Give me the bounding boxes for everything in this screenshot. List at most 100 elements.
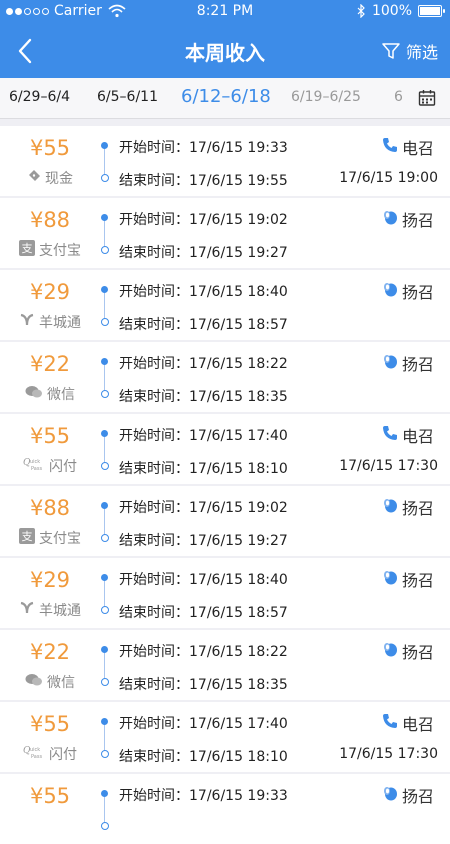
end-label: 结束时间：	[119, 533, 189, 549]
start-time: 开始时间：17/6/15 18:40	[119, 281, 288, 301]
payment-label: 支付宝	[39, 531, 81, 547]
start-label: 开始时间：	[119, 500, 189, 516]
order-row[interactable]: ¥29 羊城通 开始时间：17/6/15 18:40 结束时间：17/6/15 …	[0, 270, 450, 340]
hand-icon	[382, 785, 398, 805]
order-amount: ¥88	[29, 496, 71, 520]
svg-text:支: 支	[22, 242, 33, 255]
timeline-icon	[101, 718, 109, 758]
end-label: 结束时间：	[119, 677, 189, 693]
payment-method: 支 支付宝	[0, 528, 100, 548]
timeline-icon	[101, 358, 109, 398]
end-label: 结束时间：	[119, 461, 189, 477]
order-type: 扬召	[382, 351, 434, 375]
svg-text:Pass: Pass	[31, 466, 42, 472]
bluetooth-icon	[357, 4, 365, 18]
quickpass-icon: Quick Pass	[23, 744, 45, 764]
booking-time: 17/6/15 17:30	[339, 458, 438, 474]
order-row[interactable]: ¥22 微信 开始时间：17/6/15 18:22 结束时间：17/6/15 1…	[0, 342, 450, 412]
phone-icon	[382, 137, 398, 157]
end-value: 17/6/15 19:55	[189, 173, 288, 189]
timeline-icon	[101, 430, 109, 470]
timeline-icon	[101, 502, 109, 542]
order-amount: ¥55	[29, 712, 71, 736]
order-row[interactable]: ¥88 支 支付宝 开始时间：17/6/15 19:02 结束时间：17/6/1…	[0, 486, 450, 556]
start-label: 开始时间：	[119, 788, 189, 804]
week-tab[interactable]: 6	[394, 89, 403, 105]
order-type-label: 扬召	[401, 787, 434, 806]
week-tab[interactable]: 6/19–6/25	[291, 89, 361, 105]
end-label: 结束时间：	[119, 605, 189, 621]
week-tab-active[interactable]: 6/12–6/18	[181, 86, 271, 107]
end-time: 结束时间：17/6/15 18:57	[119, 602, 288, 622]
timeline-icon	[101, 214, 109, 254]
order-row[interactable]: ¥22 微信 开始时间：17/6/15 18:22 结束时间：17/6/15 1…	[0, 630, 450, 700]
week-tab[interactable]: 6/5–6/11	[97, 89, 158, 105]
start-time: 开始时间：17/6/15 19:02	[119, 209, 288, 229]
start-label: 开始时间：	[119, 140, 189, 156]
calendar-icon[interactable]	[418, 89, 436, 107]
start-label: 开始时间：	[119, 644, 189, 660]
svg-text:uick: uick	[30, 747, 40, 753]
timeline-icon	[101, 790, 109, 830]
start-value: 17/6/15 18:40	[189, 284, 288, 300]
header: Carrier 8:21 PM 100% 本周收入 筛选	[0, 0, 450, 78]
start-label: 开始时间：	[119, 716, 189, 732]
navbar: 本周收入 筛选	[0, 24, 450, 78]
start-time: 开始时间：17/6/15 17:40	[119, 425, 288, 445]
battery-icon	[418, 5, 445, 17]
hand-icon	[382, 641, 398, 661]
payment-method: 微信	[0, 672, 100, 692]
order-type-label: 扬召	[401, 571, 434, 590]
order-type: 电召	[382, 135, 434, 159]
end-time: 结束时间：17/6/15 19:55	[119, 170, 288, 190]
start-label: 开始时间：	[119, 212, 189, 228]
order-type: 扬召	[382, 207, 434, 231]
timeline-icon	[101, 142, 109, 182]
order-type-label: 扬召	[401, 355, 434, 374]
end-time: 结束时间：17/6/15 19:27	[119, 530, 288, 550]
order-amount: ¥22	[29, 352, 71, 376]
start-label: 开始时间：	[119, 284, 189, 300]
quickpass-icon: Quick Pass	[23, 456, 45, 476]
order-type: 扬召	[382, 279, 434, 303]
booking-time: 17/6/15 19:00	[339, 170, 438, 186]
timeline-icon	[101, 286, 109, 326]
order-row[interactable]: ¥55 开始时间：17/6/15 19:33 扬召	[0, 774, 450, 844]
wechat-icon	[25, 385, 43, 403]
timeline-icon	[101, 574, 109, 614]
order-amount: ¥55	[29, 136, 71, 160]
yangchengtong-icon	[19, 313, 35, 331]
start-label: 开始时间：	[119, 572, 189, 588]
week-selector: 6/29–6/4 6/5–6/11 6/12–6/18 6/19–6/25 6	[0, 78, 450, 119]
end-value: 17/6/15 18:10	[189, 461, 288, 477]
filter-button[interactable]: 筛选	[382, 39, 438, 63]
order-row[interactable]: ¥55 Quick Pass 闪付 开始时间：17/6/15 17:40 结束时间…	[0, 702, 450, 772]
end-label: 结束时间：	[119, 389, 189, 405]
booking-time: 17/6/15 17:30	[339, 746, 438, 762]
phone-icon	[382, 713, 398, 733]
start-value: 17/6/15 19:02	[189, 500, 288, 516]
payment-method: 支 支付宝	[0, 240, 100, 260]
end-value: 17/6/15 19:27	[189, 245, 288, 261]
start-value: 17/6/15 17:40	[189, 716, 288, 732]
order-type: 电召	[382, 423, 434, 447]
order-amount: ¥88	[29, 208, 71, 232]
order-row[interactable]: ¥55 Quick Pass 闪付 开始时间：17/6/15 17:40 结束时间…	[0, 414, 450, 484]
payment-method: 羊城通	[0, 312, 100, 332]
order-type-label: 扬召	[401, 283, 434, 302]
week-tab[interactable]: 6/29–6/4	[9, 89, 70, 105]
payment-label: 闪付	[49, 459, 77, 475]
filter-label: 筛选	[405, 43, 438, 62]
payment-label: 羊城通	[39, 603, 81, 619]
phone-icon	[382, 425, 398, 445]
start-time: 开始时间：17/6/15 19:33	[119, 137, 288, 157]
payment-label: 支付宝	[39, 243, 81, 259]
order-type: 扬召	[382, 495, 434, 519]
order-row[interactable]: ¥55 现金 开始时间：17/6/15 19:33 结束时间：17/6/15 1…	[0, 126, 450, 196]
order-row[interactable]: ¥88 支 支付宝 开始时间：17/6/15 19:02 结束时间：17/6/1…	[0, 198, 450, 268]
order-type-label: 扬召	[401, 643, 434, 662]
start-time: 开始时间：17/6/15 19:33	[119, 785, 288, 805]
end-value: 17/6/15 18:57	[189, 605, 288, 621]
payment-label: 现金	[45, 171, 73, 187]
order-row[interactable]: ¥29 羊城通 开始时间：17/6/15 18:40 结束时间：17/6/15 …	[0, 558, 450, 628]
